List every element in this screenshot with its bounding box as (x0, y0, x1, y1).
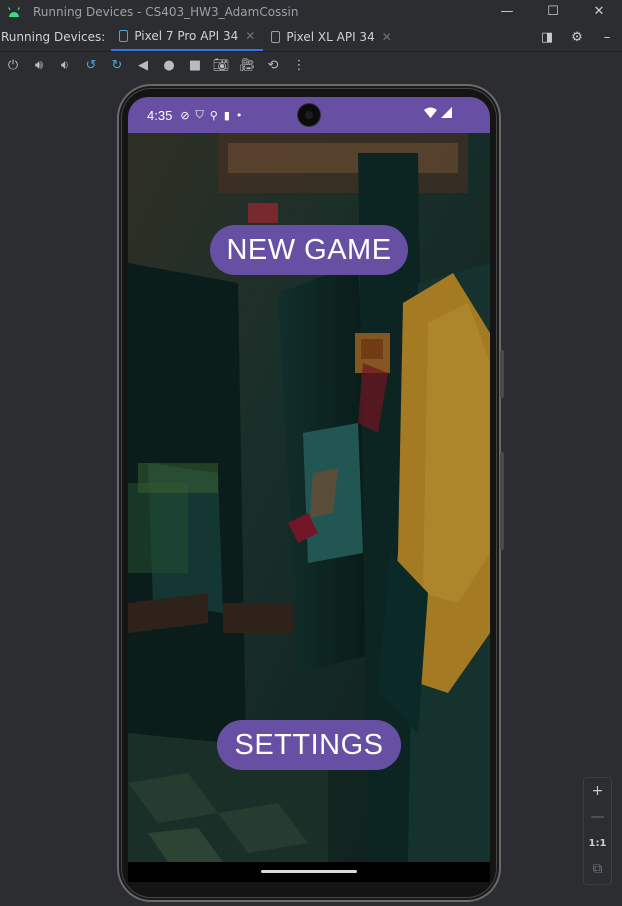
volume-up-icon[interactable]: 🔊︎ (26, 52, 52, 78)
screen-record-icon[interactable]: 🎥︎ (234, 52, 260, 78)
emulator-toolbar: ⏻ 🔊︎ 🔉︎ ↺ ↻ ◀ ● ■ 📷︎ 🎥︎ ⟲ ⋮ (0, 52, 622, 78)
rotate-left-icon[interactable]: ↺ (78, 52, 104, 78)
zoom-in-button[interactable]: + (584, 778, 611, 804)
navigation-bar (128, 862, 490, 882)
dnd-icon: ⊘ (180, 108, 190, 122)
settings-button[interactable]: SETTINGS (217, 720, 401, 770)
dot-icon: • (235, 108, 243, 122)
signal-icon (441, 107, 452, 118)
hide-panel-icon[interactable]: – (592, 30, 622, 45)
usb-icon: ⚲ (209, 108, 218, 122)
reset-icon[interactable]: ⟲ (260, 52, 286, 78)
tab-label: Pixel XL API 34 (286, 30, 375, 44)
power-icon[interactable]: ⏻ (0, 52, 26, 78)
home-icon[interactable]: ● (156, 52, 182, 78)
volume-side-button (500, 452, 504, 550)
screenshot-icon[interactable]: 📷︎ (208, 52, 234, 78)
zoom-controls: + — 1:1 ⧉ (583, 777, 612, 885)
window-title: Running Devices - CS403_HW3_AdamCossin (33, 4, 299, 19)
rotate-right-icon[interactable]: ↻ (104, 52, 130, 78)
tab-pixel-7-pro[interactable]: Pixel 7 Pro API 34 ✕ (111, 23, 264, 51)
tab-pixel-xl[interactable]: Pixel XL API 34 ✕ (263, 23, 399, 51)
tab-label: Pixel 7 Pro API 34 (134, 29, 239, 43)
device-tab-bar: Running Devices: Pixel 7 Pro API 34 ✕ Pi… (0, 23, 622, 52)
phone-icon (119, 30, 129, 42)
gesture-handle[interactable] (261, 870, 357, 873)
status-time: 4:35 (147, 107, 173, 123)
android-studio-icon (7, 6, 21, 17)
gear-icon[interactable]: ⚙ (562, 30, 592, 45)
volume-down-icon[interactable]: 🔉︎ (52, 52, 78, 78)
power-side-button (500, 350, 504, 398)
zoom-out-button[interactable]: — (584, 804, 611, 830)
actual-size-button[interactable]: 1:1 (584, 830, 611, 856)
device-screen[interactable]: 4:35 ⊘ ⛉ ⚲ ▮ • NEW GAME SETTINGS (128, 97, 490, 882)
phone-icon (271, 31, 281, 43)
close-tab-icon[interactable]: ✕ (245, 29, 255, 43)
close-tab-icon[interactable]: ✕ (382, 30, 392, 44)
window-title-bar: Running Devices - CS403_HW3_AdamCossin —… (0, 0, 622, 23)
overview-icon[interactable]: ■ (182, 52, 208, 78)
new-game-button[interactable]: NEW GAME (210, 225, 408, 275)
running-devices-label: Running Devices: (1, 30, 106, 44)
sd-card-icon: ▮ (223, 108, 230, 122)
wifi-icon (424, 107, 437, 118)
layout-icon[interactable]: ◨ (532, 30, 562, 45)
status-bar: 4:35 ⊘ ⛉ ⚲ ▮ • (128, 97, 490, 133)
maximize-button[interactable]: ☐ (530, 0, 576, 23)
more-icon[interactable]: ⋮ (286, 52, 312, 78)
back-icon[interactable]: ◀ (130, 52, 156, 78)
front-camera (298, 104, 320, 126)
close-window-button[interactable]: ✕ (576, 0, 622, 23)
shield-icon: ⛉ (195, 108, 204, 121)
fit-screen-icon[interactable]: ⧉ (584, 856, 611, 882)
minimize-button[interactable]: — (484, 0, 530, 23)
